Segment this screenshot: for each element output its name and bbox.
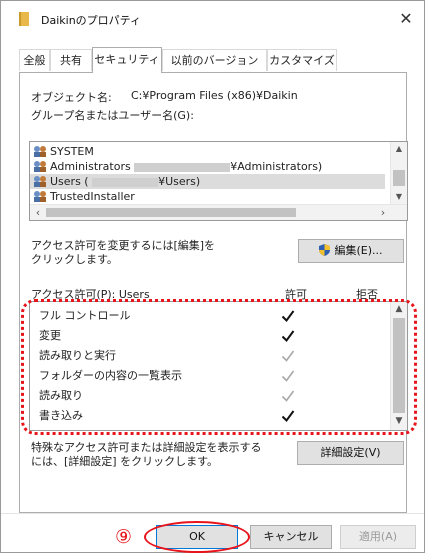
permission-name: 変更 [39, 329, 61, 342]
allow-check-icon [281, 406, 295, 426]
scroll-down-icon[interactable]: ▼ [391, 192, 407, 201]
permission-name: 書き込み [39, 409, 83, 422]
close-button[interactable]: ✕ [394, 7, 418, 31]
footer-divider [1, 513, 424, 514]
scroll-down-icon[interactable]: ▼ [391, 416, 407, 426]
allow-check-icon [281, 306, 295, 326]
scroll-thumb[interactable] [393, 170, 405, 186]
user-list[interactable]: SYSTEM Administrators ¥Administrators) U… [29, 141, 408, 221]
user-item-label: Administrators [50, 160, 131, 173]
tab-previous-versions[interactable]: 以前のバージョン [162, 49, 267, 71]
scroll-thumb[interactable] [393, 318, 405, 413]
permission-list-scrollbar[interactable]: ▲ ▼ [390, 302, 407, 430]
permission-row-modify: 変更 [30, 326, 392, 346]
allow-check-icon [281, 366, 295, 386]
user-item-users[interactable]: Users ( ¥Users) [30, 174, 385, 189]
permission-row-read-execute: 読み取りと実行 [30, 346, 392, 366]
redacted-block [92, 177, 159, 187]
object-name-label: オブジェクト名: [31, 91, 112, 104]
permission-row-write: 書き込み [30, 406, 392, 426]
permission-name: 読み取りと実行 [39, 349, 116, 362]
user-group-icon [34, 146, 47, 157]
uac-shield-icon [319, 244, 331, 256]
group-or-user-label: グループ名またはユーザー名(G): [31, 109, 194, 122]
allow-check-icon [281, 326, 295, 346]
advanced-note-line2: には、[詳細設定] をクリックします。 [31, 455, 218, 468]
user-list-horizontal-scrollbar[interactable]: ‹ › [30, 204, 407, 220]
user-item-system[interactable]: SYSTEM [30, 144, 385, 159]
allow-column-header: 許可 [285, 288, 307, 301]
tab-general[interactable]: 全般 [19, 49, 50, 71]
user-group-icon [34, 176, 47, 187]
window-title: Daikinのプロパティ [41, 14, 142, 27]
permission-row-list-folder-contents: フォルダーの内容の一覧表示 [30, 366, 392, 386]
scroll-up-icon[interactable]: ▲ [391, 304, 407, 314]
allow-check-icon [281, 386, 295, 406]
user-group-icon [34, 191, 47, 202]
user-item-trustedinstaller[interactable]: TrustedInstaller [30, 189, 385, 204]
change-permission-note-line2: クリックします。 [31, 253, 118, 266]
properties-dialog: Daikinのプロパティ ✕ 全般 共有 セキュリティ 以前のバージョン カスタ… [0, 0, 425, 553]
permission-name: フル コントロール [39, 309, 131, 322]
cancel-button[interactable]: キャンセル [250, 525, 332, 549]
scroll-thumb[interactable] [46, 208, 296, 217]
scroll-left-icon[interactable]: ‹ [30, 205, 46, 220]
user-item-suffix: ¥Users) [158, 175, 201, 188]
permission-name: フォルダーの内容の一覧表示 [39, 369, 182, 382]
user-item-label: Users ( [50, 175, 89, 188]
tab-sharing[interactable]: 共有 [50, 49, 92, 71]
edit-button[interactable]: 編集(E)... [298, 239, 404, 263]
scroll-up-icon[interactable]: ▲ [391, 144, 407, 153]
apply-button[interactable]: 適用(A) [340, 525, 416, 549]
advanced-button[interactable]: 詳細設定(V) [297, 441, 404, 465]
step-number-badge: ⑨ [115, 526, 137, 548]
redacted-block [134, 162, 231, 172]
allow-check-icon [281, 346, 295, 366]
user-item-label: TrustedInstaller [50, 190, 135, 203]
scroll-right-icon[interactable]: › [375, 205, 391, 220]
permission-header: アクセス許可(P): Users [31, 288, 150, 301]
ok-button[interactable]: OK [156, 525, 238, 549]
permission-list: フル コントロール 変更 読み取りと実行 フォルダーの内容の一覧表示 読み取り [29, 301, 408, 431]
step-number-text: ⑨ [115, 526, 133, 548]
permission-name: 読み取り [39, 389, 83, 402]
user-group-icon [34, 161, 47, 172]
tab-security[interactable]: セキュリティ [92, 47, 162, 73]
user-item-suffix: ¥Administrators) [230, 160, 323, 173]
title-bar: Daikinのプロパティ ✕ [1, 1, 424, 39]
tab-customize[interactable]: カスタマイズ [267, 49, 337, 71]
user-list-vertical-scrollbar[interactable]: ▲ ▼ [390, 142, 407, 205]
folder-icon [19, 12, 29, 26]
permission-row-full-control: フル コントロール [30, 306, 392, 326]
user-item-administrators[interactable]: Administrators ¥Administrators) [30, 159, 385, 174]
deny-column-header: 拒否 [356, 288, 378, 301]
user-item-label: SYSTEM [50, 145, 94, 158]
object-name-value: C:¥Program Files (x86)¥Daikin [131, 89, 298, 102]
edit-button-label: 編集(E)... [334, 244, 383, 257]
permission-row-read: 読み取り [30, 386, 392, 406]
